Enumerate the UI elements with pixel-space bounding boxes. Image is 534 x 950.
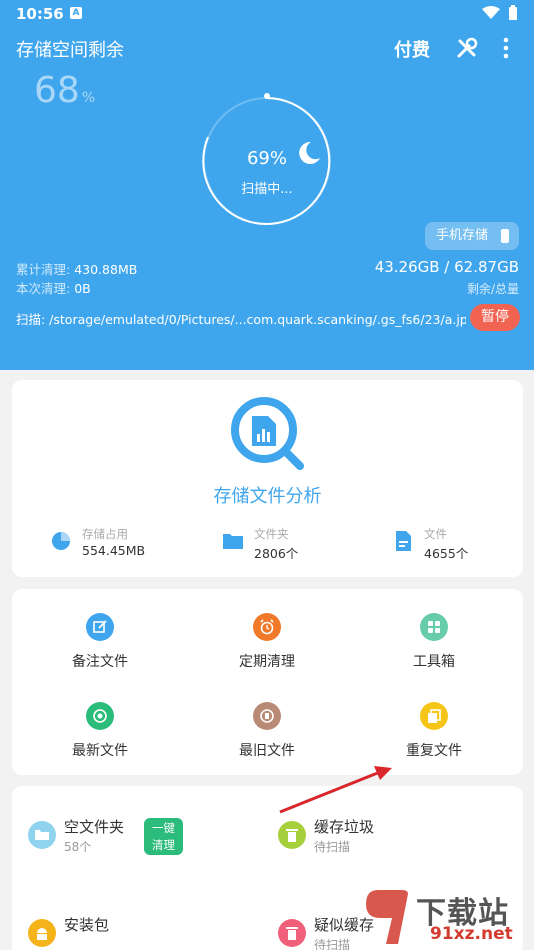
size-ratio: 43.26GB / 62.87GB	[374, 258, 519, 276]
stat-value: 554.45MB	[82, 543, 146, 558]
percent-unit: %	[81, 90, 96, 106]
one-click-line2: 清理	[152, 838, 175, 852]
pay-button[interactable]: 付费	[394, 36, 430, 62]
annotation-arrow	[279, 766, 392, 814]
tool-scheduled-clean[interactable]: 定期清理	[207, 613, 327, 671]
phone-storage-button[interactable]: 手机存储	[425, 222, 519, 250]
folder-icon	[223, 534, 243, 549]
status-bar: 10:56 A	[0, 0, 534, 28]
tool-label: 最旧文件	[239, 743, 295, 759]
storage-header: 10:56 A 存储空间剩余 付费 68% 69% 扫描中... 手机存储 累计…	[0, 0, 534, 370]
remaining-percent: 68%	[34, 70, 95, 111]
moon-icon	[299, 141, 320, 164]
stat-value: 4655个	[424, 546, 469, 561]
tool-label: 定期清理	[239, 654, 295, 670]
size-caption: 剩余/总量	[466, 282, 519, 296]
a-letter-icon: A	[70, 7, 82, 19]
cleaned-this-label: 本次清理:	[16, 281, 71, 296]
tool-note-files[interactable]: 备注文件	[40, 613, 160, 671]
status-time: 10:56	[16, 5, 64, 23]
status-icons	[482, 5, 518, 21]
tool-label: 工具箱	[413, 654, 455, 670]
stat-label: 文件	[424, 527, 447, 541]
wifi-icon	[482, 6, 500, 19]
tool-label: 备注文件	[72, 654, 128, 670]
toolbox-icon	[420, 613, 448, 641]
empty-folder-name: 空文件夹	[64, 818, 125, 836]
storage-size: 43.26GB / 62.87GB 剩余/总量	[375, 258, 519, 297]
phone-icon	[501, 229, 509, 243]
stat-label: 文件夹	[254, 527, 289, 541]
duplicate-file-icon	[420, 702, 448, 730]
new-file-icon	[86, 702, 114, 730]
watermark-sub: 91xz.net	[430, 924, 513, 944]
battery-icon	[509, 5, 517, 20]
phone-storage-label: 手机存储	[436, 228, 489, 243]
tool-duplicate-files[interactable]: 重复文件	[374, 702, 494, 760]
title-row: 存储空间剩余 付费	[0, 36, 534, 62]
tool-toolbox[interactable]: 工具箱	[374, 613, 494, 671]
analysis-title: 存储文件分析	[213, 486, 322, 507]
tools-icon[interactable]	[456, 37, 478, 59]
trash-icon	[278, 919, 306, 947]
page-title: 存储空间剩余	[16, 40, 124, 61]
tool-label: 重复文件	[406, 743, 462, 759]
stat-label: 存储占用	[82, 527, 128, 541]
cleaned-total-label: 累计清理:	[16, 262, 71, 277]
tool-newest-files[interactable]: 最新文件	[40, 702, 160, 760]
remaining-percent-value: 68	[34, 70, 80, 111]
folder-open-icon	[28, 821, 56, 849]
old-file-icon	[253, 702, 281, 730]
more-options-icon[interactable]	[500, 37, 512, 59]
alarm-clock-icon	[253, 613, 281, 641]
trash-icon	[278, 821, 306, 849]
android-icon	[28, 919, 56, 947]
cache-junk-status: 待扫描	[314, 840, 351, 854]
file-icon	[396, 531, 411, 551]
clean-stats: 累计清理: 430.88MB 本次清理: 0B	[16, 260, 137, 298]
storage-analysis-icon	[231, 397, 304, 470]
scan-status: 扫描中...	[241, 182, 293, 197]
storage-analysis-card[interactable]: 存储文件分析 存储占用 554.45MB 文件夹 2806个 文件 4655个	[12, 380, 523, 577]
one-click-line1: 一键	[152, 821, 175, 835]
cleaned-total-value: 430.88MB	[74, 262, 138, 277]
one-click-clean-button[interactable]: 一键 清理	[144, 818, 183, 855]
watermark-logo-icon	[366, 890, 408, 944]
scan-path: 扫描: /storage/emulated/0/Pictures/...com.…	[16, 312, 466, 327]
tool-label: 最新文件	[72, 743, 128, 759]
edit-note-icon	[86, 613, 114, 641]
tool-oldest-files[interactable]: 最旧文件	[207, 702, 327, 760]
pause-button[interactable]: 暂停	[470, 304, 520, 331]
pie-chart-icon	[52, 532, 70, 550]
watermark: 下载站 91xz.net	[364, 882, 534, 950]
empty-folder-count: 58个	[64, 840, 92, 854]
stat-value: 2806个	[254, 546, 299, 561]
apk-name: 安装包	[64, 916, 110, 934]
tools-card: 备注文件 定期清理 工具箱 最新文件 最旧文件 重复文件	[12, 589, 523, 775]
cleaned-this-value: 0B	[74, 281, 91, 296]
suspicious-cache-status: 待扫描	[314, 938, 351, 950]
